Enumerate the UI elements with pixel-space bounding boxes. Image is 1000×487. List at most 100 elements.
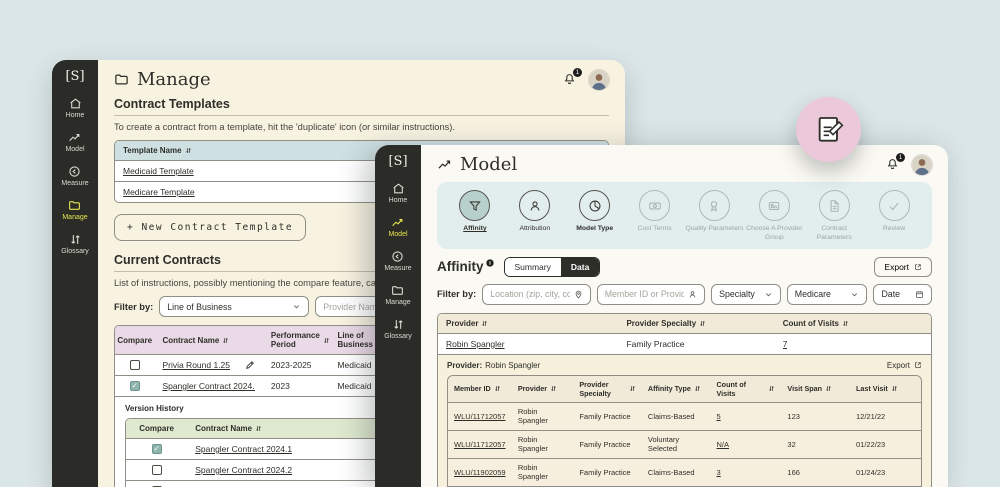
chevron-down-icon: [850, 290, 859, 299]
svg-text:i: i: [489, 261, 491, 267]
sidebar-item-model[interactable]: Model: [65, 131, 84, 153]
new-contract-template-button[interactable]: + New Contract Template: [114, 214, 306, 241]
measure-gauge-icon: [68, 165, 81, 178]
step-review[interactable]: Review: [864, 190, 924, 243]
sidebar-item-home[interactable]: Home: [389, 182, 408, 204]
column-header-provider[interactable]: Provider: [512, 376, 573, 402]
provider-cell: Robin Spangler: [512, 431, 573, 458]
step-contract-parameters[interactable]: Contract Parameters: [804, 190, 864, 243]
tab-data[interactable]: Data: [561, 258, 599, 276]
location-pin-icon: [574, 290, 583, 299]
column-header-provider-specialty[interactable]: Provider Specialty: [618, 314, 774, 333]
sidebar-item-measure[interactable]: Measure: [384, 250, 411, 272]
column-header-count-of-visits[interactable]: Count of Visits: [775, 314, 931, 333]
edit-contract-badge[interactable]: [796, 97, 861, 162]
sort-icon: [550, 385, 557, 392]
sidebar-item-model[interactable]: Model: [388, 216, 407, 238]
badge-card-icon: [767, 199, 781, 213]
affinity-type-cell: Claims-Based: [642, 459, 711, 486]
compare-checkbox[interactable]: [152, 465, 162, 475]
model-chart-icon: [391, 216, 404, 229]
funnel-icon: [468, 199, 482, 213]
template-link[interactable]: Medicare Template: [123, 187, 195, 197]
step-quality-parameters[interactable]: Quality Parameters: [685, 190, 745, 243]
page-title: Manage: [114, 69, 211, 90]
sidebar-item-glossary[interactable]: Glossary: [61, 233, 89, 255]
count-of-visits-link[interactable]: N/A: [716, 440, 729, 449]
specialty-cell: Family Practice: [573, 431, 642, 458]
sidebar-item-manage[interactable]: Manage: [62, 199, 87, 221]
avatar[interactable]: [912, 155, 932, 175]
contract-link[interactable]: Spangler Contract 2024.1: [162, 381, 254, 391]
specialty-select[interactable]: Specialty: [711, 284, 781, 305]
sort-icon: [629, 385, 636, 392]
count-of-visits-link[interactable]: 5: [716, 412, 720, 421]
step-affinity[interactable]: Affinity: [445, 190, 505, 243]
last-visit-cell: 12/21/22: [850, 403, 921, 430]
step-attribution[interactable]: Attribution: [505, 190, 565, 243]
member-id-link[interactable]: WLU/11712057: [454, 412, 506, 421]
step-model-type[interactable]: Model Type: [565, 190, 625, 243]
compare-checkbox[interactable]: ✓: [130, 381, 140, 391]
sidebar-item-label: Glossary: [61, 248, 89, 255]
location-input[interactable]: [490, 289, 569, 299]
export-link[interactable]: Export: [887, 361, 922, 370]
contract-link[interactable]: Privia Round 1.25: [162, 360, 230, 370]
sort-icon: [494, 385, 501, 392]
model-content: Model 1 Affinity: [421, 145, 948, 487]
avatar[interactable]: [589, 70, 609, 90]
version-link[interactable]: Spangler Contract 2024.2: [195, 465, 292, 475]
line-of-business-select[interactable]: Line of Business: [159, 296, 309, 317]
sidebar-item-home[interactable]: Home: [66, 97, 85, 119]
edit-pencil-icon[interactable]: [245, 360, 255, 370]
column-header-contract-name[interactable]: Contract Name: [154, 326, 262, 354]
sidebar-item-manage[interactable]: Manage: [385, 284, 410, 306]
column-header-count-of-visits[interactable]: Count of Visits: [710, 376, 781, 402]
member-id-link[interactable]: WLU/11902059: [454, 468, 506, 477]
compare-checkbox[interactable]: ✓: [152, 444, 162, 454]
specialty-cell: Family Practice: [573, 459, 642, 486]
column-header-visit-span[interactable]: Visit Span: [781, 376, 850, 402]
pie-chart-icon: [588, 199, 602, 213]
sidebar-item-measure[interactable]: Measure: [61, 165, 88, 187]
column-header-provider[interactable]: Provider: [438, 314, 618, 333]
page-title-text: Model: [460, 154, 517, 175]
provider-link[interactable]: Robin Spangler: [446, 339, 505, 349]
column-header-member-id[interactable]: Member ID: [448, 376, 512, 402]
info-icon[interactable]: i: [486, 259, 494, 267]
banknote-icon: [648, 199, 662, 213]
visit-row: WLU/11902059 Robin Spangler Family Pract…: [448, 458, 921, 486]
last-visit-cell: 01/22/23: [850, 431, 921, 458]
step-cost-terms[interactable]: Cost Terms: [625, 190, 685, 243]
visit-span-cell: 166: [781, 459, 850, 486]
column-header-last-visit[interactable]: Last Visit: [850, 376, 921, 402]
model-topbar: Model 1: [437, 154, 932, 175]
count-of-visits-link[interactable]: 7: [783, 339, 788, 349]
performance-period-cell: 2023-2025: [263, 355, 330, 375]
sidebar-nav: Home Model Measure Manage Glossary: [61, 97, 89, 255]
notifications-button[interactable]: 1: [563, 73, 576, 86]
column-header-performance-period[interactable]: Performance Period: [263, 326, 330, 354]
compare-checkbox[interactable]: [130, 360, 140, 370]
sidebar-item-glossary[interactable]: Glossary: [384, 318, 412, 340]
step-choose-provider-group[interactable]: Choose A Provider Group: [744, 190, 804, 243]
providers-table: Provider Provider Specialty Count of Vis…: [437, 313, 932, 487]
member-id-link[interactable]: WLU/11712057: [454, 440, 506, 449]
payer-select[interactable]: Medicare: [787, 284, 868, 305]
template-link[interactable]: Medicaid Template: [123, 166, 194, 176]
caption-label: Provider:: [447, 361, 482, 370]
affinity-type-cell: Voluntary Selected: [642, 431, 711, 458]
export-button[interactable]: Export: [874, 257, 932, 277]
tab-summary[interactable]: Summary: [505, 258, 561, 276]
column-header-provider-specialty[interactable]: Provider Specialty: [573, 376, 642, 402]
document-icon: [827, 199, 841, 213]
count-of-visits-link[interactable]: 3: [716, 468, 720, 477]
notifications-button[interactable]: 1: [886, 158, 899, 171]
award-icon: [707, 199, 721, 213]
column-header-affinity-type[interactable]: Affinity Type: [642, 376, 711, 402]
version-link[interactable]: Spangler Contract 2024.1: [195, 444, 292, 454]
providers-table-header: Provider Provider Specialty Count of Vis…: [438, 314, 931, 333]
calendar-icon: [915, 290, 924, 299]
member-input[interactable]: [605, 289, 684, 299]
date-picker[interactable]: Date: [873, 284, 932, 305]
